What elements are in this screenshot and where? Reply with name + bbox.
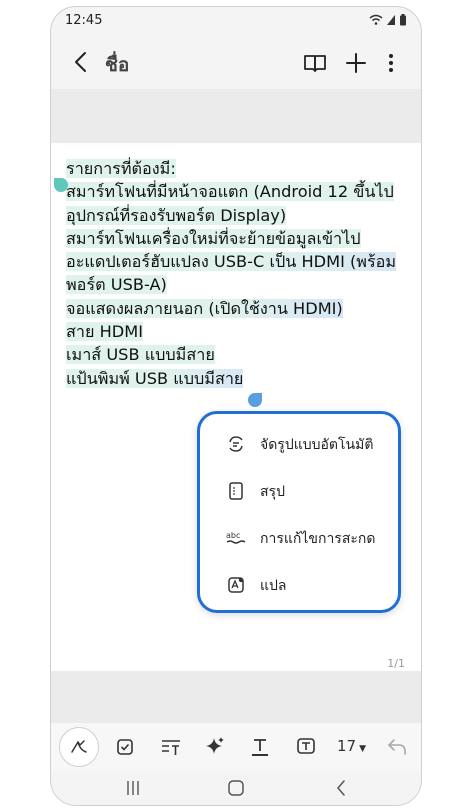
more-options-icon[interactable]	[377, 49, 405, 77]
note-title[interactable]: ชื่อ	[105, 50, 129, 80]
note-body[interactable]: รายการที่ต้องมี: สมาร์ทโฟนที่มีหน้าจอแตก…	[66, 157, 416, 390]
recent-apps-icon[interactable]	[122, 777, 144, 799]
text-format-icon[interactable]	[248, 735, 272, 759]
navigation-bar	[51, 771, 421, 805]
note-line: อุปกรณ์ที่รองรับพอร์ต Display)	[66, 205, 287, 225]
menu-item-spell-check[interactable]: abc การแก้ไขการสะกด	[200, 516, 398, 560]
page-margin-top	[51, 89, 421, 143]
menu-item-summarize[interactable]: สรุป	[200, 469, 398, 513]
pen-mode-button[interactable]	[59, 727, 99, 767]
note-line: รายการที่ต้องมี:	[66, 159, 176, 178]
dropdown-arrow-icon: ▼	[359, 744, 367, 754]
signal-icon	[387, 15, 395, 25]
phone-screen: 12:45 ชื่อ รายการที่ต้องมี: สมาร์ทโฟนที่…	[50, 6, 422, 806]
status-time: 12:45	[65, 13, 103, 28]
svg-text:abc: abc	[226, 531, 240, 540]
note-line: แป้นพิมพ์ USB แบบมีสาย	[66, 368, 244, 388]
selection-end-handle[interactable]	[248, 393, 262, 407]
note-line: พอร์ต USB-A)	[66, 275, 167, 295]
menu-item-auto-format[interactable]: จัดรูปแบบอัตโนมัติ	[200, 422, 398, 466]
wifi-icon	[369, 14, 383, 25]
checkbox-icon[interactable]	[113, 735, 137, 759]
selection-start-handle[interactable]	[54, 178, 68, 192]
reading-mode-icon[interactable]	[301, 49, 329, 77]
note-line: สาย HDMI	[66, 322, 143, 342]
ai-assist-menu: จัดรูปแบบอัตโนมัติ สรุป abc การแก้ไขการส…	[197, 411, 401, 613]
translate-icon	[228, 577, 244, 593]
pen-icon	[71, 740, 87, 753]
page-margin-bottom	[51, 671, 421, 723]
text-box-icon[interactable]	[294, 735, 318, 759]
font-size-selector[interactable]: 17 ▼	[337, 737, 366, 755]
page-indicator: 1/1	[387, 657, 405, 670]
battery-icon	[400, 14, 406, 26]
note-line: สมาร์ทโฟนเครื่องใหม่ที่จะย้ายข้อมูลเข้าไ…	[66, 228, 361, 248]
summarize-icon	[229, 482, 243, 500]
ai-sparkle-icon[interactable]	[203, 735, 227, 759]
note-line: จอแสดงผลภายนอก (เปิดใช้งาน HDMI)	[66, 298, 343, 318]
note-line: อะแดปเตอร์ฮับแปลง USB-C เป็น HDMI (พร้อม	[66, 252, 397, 272]
home-icon[interactable]	[225, 777, 247, 799]
add-icon[interactable]	[342, 49, 370, 77]
auto-format-icon	[229, 436, 243, 452]
spell-check-icon: abc	[226, 531, 246, 544]
undo-icon[interactable]	[385, 735, 409, 759]
note-line: สมาร์ทโฟนที่มีหน้าจอแตก (Android 12 ขึ้น…	[66, 182, 394, 202]
back-arrow-icon[interactable]	[69, 49, 95, 75]
app-bar: ชื่อ	[51, 37, 421, 89]
text-style-icon[interactable]	[159, 735, 183, 759]
status-icons	[369, 14, 407, 26]
menu-item-translate[interactable]: แปล	[200, 563, 398, 607]
status-bar: 12:45	[51, 7, 421, 37]
editing-toolbar: 17 ▼	[51, 723, 421, 771]
nav-back-icon[interactable]	[331, 777, 353, 799]
note-line: เมาส์ USB แบบมีสาย	[66, 345, 215, 365]
